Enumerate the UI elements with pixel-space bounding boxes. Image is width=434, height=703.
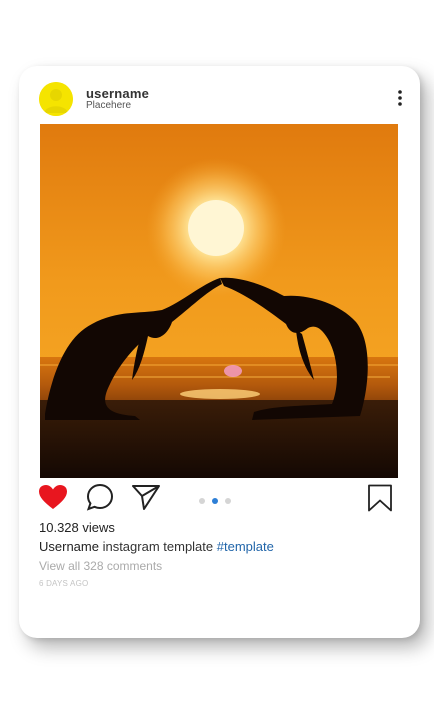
- stage: username Placehere 10.328 views Username…: [0, 0, 434, 703]
- post-timestamp: 6 DAYS AGO: [39, 579, 89, 588]
- post-photo[interactable]: [40, 124, 398, 478]
- caption-hashtag[interactable]: #template: [217, 539, 274, 554]
- post-caption: Username instagram template #template: [39, 539, 274, 554]
- paper-plane-icon[interactable]: [131, 483, 161, 516]
- caption-text: instagram template: [98, 539, 217, 554]
- post-card: username Placehere 10.328 views Username…: [19, 66, 420, 638]
- post-header: username Placehere: [19, 66, 420, 124]
- bookmark-icon[interactable]: [367, 484, 393, 517]
- view-comments-link[interactable]: View all 328 comments: [39, 559, 162, 573]
- view-count: 10.328 views: [39, 520, 115, 535]
- location-label: Placehere: [86, 100, 132, 111]
- carousel-indicator: [199, 498, 239, 506]
- username-label[interactable]: username: [86, 86, 149, 101]
- carousel-dot[interactable]: [199, 498, 205, 504]
- carousel-dot-active[interactable]: [212, 498, 218, 504]
- vertical-ellipsis-icon[interactable]: [394, 88, 406, 110]
- speech-bubble-icon[interactable]: [86, 483, 114, 516]
- post-actions: [19, 482, 420, 522]
- caption-username[interactable]: Username: [39, 539, 99, 554]
- user-avatar-icon[interactable]: [39, 82, 73, 116]
- carousel-dot[interactable]: [225, 498, 231, 504]
- heart-icon[interactable]: [38, 484, 68, 515]
